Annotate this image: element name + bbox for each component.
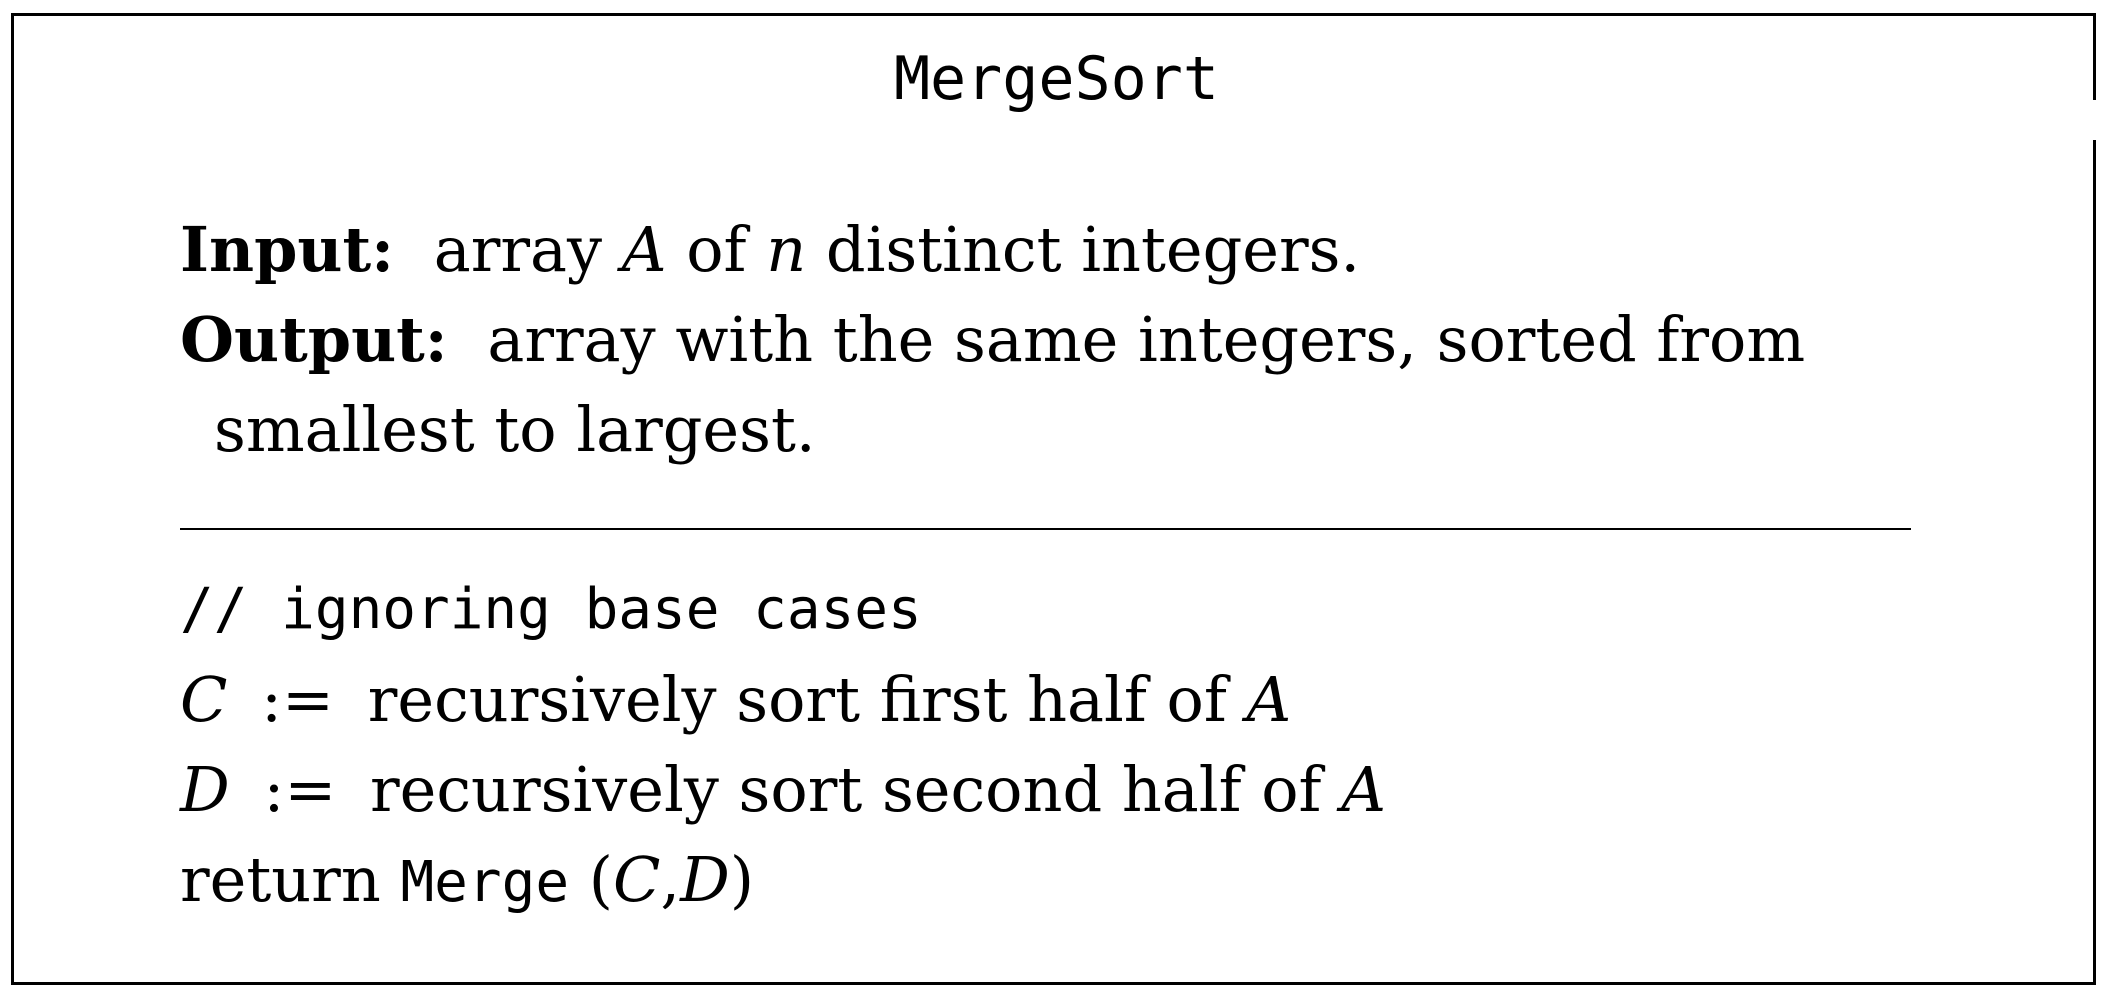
input-text-1: array (433, 213, 602, 286)
return-keyword: return (180, 843, 381, 916)
return-arg-c: C (612, 843, 661, 916)
pseudocode-section: // ignoring base cases C := recursively … (180, 565, 1386, 928)
output-line-continued: smallest to largest. (180, 385, 1940, 475)
assign-d-line: D := recursively sort second half of A (180, 745, 1386, 835)
assign-op-c: := (261, 663, 335, 736)
frame-gap (2093, 100, 2097, 140)
assign-d-arg: A (1341, 753, 1386, 826)
return-line: return Merge (C,D) (180, 835, 1386, 928)
paren-close: ) (729, 843, 755, 916)
assign-c-arg: A (1246, 663, 1292, 736)
output-text-line2: smallest to largest. (214, 393, 816, 466)
arg-comma: , (660, 843, 681, 916)
input-var-n: n (766, 213, 807, 286)
merge-func: Merge (400, 850, 570, 915)
input-var-a: A (621, 213, 667, 286)
var-d: D (180, 753, 230, 826)
input-label: Input: (180, 213, 395, 286)
output-label: Output: (180, 303, 448, 376)
input-text-2: of (686, 213, 747, 286)
comment-line: // ignoring base cases (180, 577, 922, 642)
paren-open: ( (588, 843, 613, 916)
output-text-line1: array with the same integers, sorted fro… (487, 303, 1806, 376)
assign-op-d: := (263, 753, 337, 826)
output-line: Output: array with the same integers, so… (180, 295, 1940, 385)
var-c: C (180, 663, 228, 736)
input-text-3: distinct integers. (825, 213, 1361, 286)
return-arg-d: D (680, 843, 730, 916)
algorithm-title: MergeSort (893, 44, 1220, 114)
assign-d-text: recursively sort second half of (370, 753, 1322, 826)
assign-c-line: C := recursively sort first half of A (180, 655, 1386, 745)
spec-section: Input: array A of n distinct integers. O… (180, 205, 1940, 475)
section-divider (180, 528, 1911, 530)
input-line: Input: array A of n distinct integers. (180, 205, 1940, 295)
assign-c-text: recursively sort first half of (367, 663, 1227, 736)
